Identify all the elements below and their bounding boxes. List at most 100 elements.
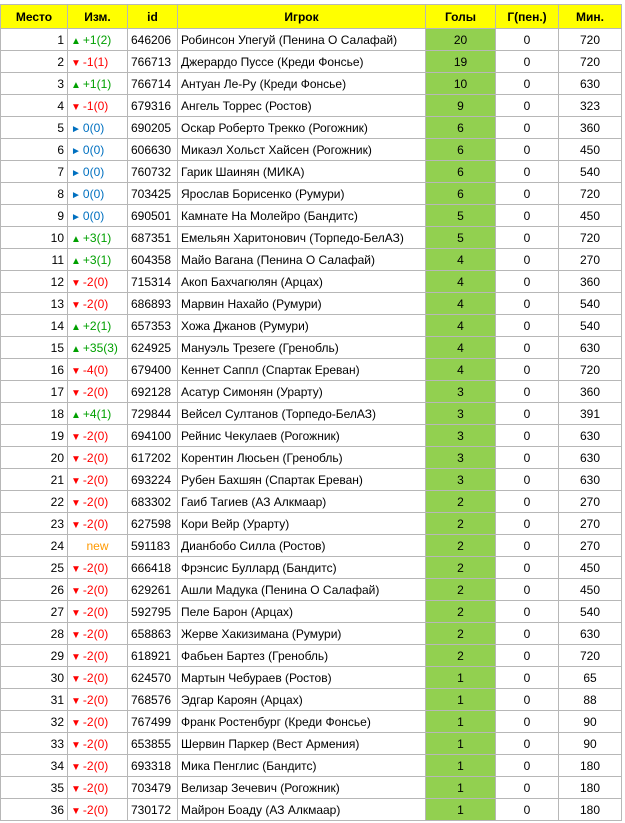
- minutes-cell[interactable]: 630: [558, 468, 622, 491]
- id-cell[interactable]: 666418: [127, 556, 178, 579]
- minutes-cell[interactable]: 720: [558, 182, 622, 205]
- goals-cell[interactable]: 3: [425, 380, 496, 403]
- place-cell[interactable]: 4: [0, 94, 68, 117]
- player-cell[interactable]: Эдгар Кароян (Арцах): [177, 688, 426, 711]
- minutes-cell[interactable]: 360: [558, 116, 622, 139]
- change-cell[interactable]: ▼ -2(0): [67, 292, 128, 315]
- minutes-cell[interactable]: 630: [558, 336, 622, 359]
- place-cell[interactable]: 8: [0, 182, 68, 205]
- player-cell[interactable]: Дианбобо Силла (Ростов): [177, 534, 426, 557]
- penalty-goals-cell[interactable]: 0: [495, 160, 559, 183]
- goals-cell[interactable]: 1: [425, 754, 496, 777]
- place-cell[interactable]: 36: [0, 798, 68, 821]
- penalty-goals-cell[interactable]: 0: [495, 446, 559, 469]
- player-cell[interactable]: Джерардо Пуссе (Креди Фонсье): [177, 50, 426, 73]
- goals-cell[interactable]: 9: [425, 94, 496, 117]
- minutes-cell[interactable]: 540: [558, 314, 622, 337]
- header-id[interactable]: id: [127, 4, 178, 29]
- goals-cell[interactable]: 1: [425, 710, 496, 733]
- penalty-goals-cell[interactable]: 0: [495, 94, 559, 117]
- place-cell[interactable]: 34: [0, 754, 68, 777]
- penalty-goals-cell[interactable]: 0: [495, 512, 559, 535]
- place-cell[interactable]: 31: [0, 688, 68, 711]
- change-cell[interactable]: ▼ -2(0): [67, 666, 128, 689]
- player-cell[interactable]: Антуан Ле-Ру (Креди Фонсье): [177, 72, 426, 95]
- change-cell[interactable]: ▲ +1(1): [67, 72, 128, 95]
- penalty-goals-cell[interactable]: 0: [495, 380, 559, 403]
- player-cell[interactable]: Майрон Боаду (АЗ Алкмаар): [177, 798, 426, 821]
- minutes-cell[interactable]: 90: [558, 710, 622, 733]
- id-cell[interactable]: 624570: [127, 666, 178, 689]
- id-cell[interactable]: 703425: [127, 182, 178, 205]
- player-cell[interactable]: Майо Вагана (Пенина О Салафай): [177, 248, 426, 271]
- place-cell[interactable]: 3: [0, 72, 68, 95]
- player-cell[interactable]: Корентин Люсьен (Гренобль): [177, 446, 426, 469]
- change-cell[interactable]: ► 0(0): [67, 204, 128, 227]
- change-cell[interactable]: new: [67, 534, 128, 557]
- goals-cell[interactable]: 2: [425, 534, 496, 557]
- goals-cell[interactable]: 5: [425, 204, 496, 227]
- place-cell[interactable]: 2: [0, 50, 68, 73]
- goals-cell[interactable]: 3: [425, 468, 496, 491]
- player-cell[interactable]: Шервин Паркер (Вест Армения): [177, 732, 426, 755]
- penalty-goals-cell[interactable]: 0: [495, 292, 559, 315]
- change-cell[interactable]: ▲ +3(1): [67, 226, 128, 249]
- penalty-goals-cell[interactable]: 0: [495, 600, 559, 623]
- id-cell[interactable]: 658863: [127, 622, 178, 645]
- minutes-cell[interactable]: 540: [558, 292, 622, 315]
- player-cell[interactable]: Мартын Чебураев (Ростов): [177, 666, 426, 689]
- id-cell[interactable]: 627598: [127, 512, 178, 535]
- place-cell[interactable]: 24: [0, 534, 68, 557]
- change-cell[interactable]: ▼ -4(0): [67, 358, 128, 381]
- minutes-cell[interactable]: 270: [558, 512, 622, 535]
- change-cell[interactable]: ▼ -2(0): [67, 798, 128, 821]
- penalty-goals-cell[interactable]: 0: [495, 138, 559, 161]
- header-player[interactable]: Игрок: [177, 4, 426, 29]
- minutes-cell[interactable]: 720: [558, 226, 622, 249]
- player-cell[interactable]: Марвин Нахайо (Румури): [177, 292, 426, 315]
- penalty-goals-cell[interactable]: 0: [495, 28, 559, 51]
- player-cell[interactable]: Пеле Барон (Арцах): [177, 600, 426, 623]
- minutes-cell[interactable]: 720: [558, 644, 622, 667]
- player-cell[interactable]: Ангель Торрес (Ростов): [177, 94, 426, 117]
- id-cell[interactable]: 730172: [127, 798, 178, 821]
- change-cell[interactable]: ▼ -2(0): [67, 600, 128, 623]
- place-cell[interactable]: 32: [0, 710, 68, 733]
- penalty-goals-cell[interactable]: 0: [495, 50, 559, 73]
- header-place[interactable]: Место: [0, 4, 68, 29]
- minutes-cell[interactable]: 450: [558, 204, 622, 227]
- id-cell[interactable]: 618921: [127, 644, 178, 667]
- id-cell[interactable]: 760732: [127, 160, 178, 183]
- goals-cell[interactable]: 20: [425, 28, 496, 51]
- player-cell[interactable]: Робинсон Упегуй (Пенина О Салафай): [177, 28, 426, 51]
- minutes-cell[interactable]: 391: [558, 402, 622, 425]
- player-cell[interactable]: Рубен Бахшян (Спартак Ереван): [177, 468, 426, 491]
- goals-cell[interactable]: 4: [425, 358, 496, 381]
- penalty-goals-cell[interactable]: 0: [495, 556, 559, 579]
- minutes-cell[interactable]: 450: [558, 578, 622, 601]
- place-cell[interactable]: 1: [0, 28, 68, 51]
- penalty-goals-cell[interactable]: 0: [495, 732, 559, 755]
- change-cell[interactable]: ▼ -2(0): [67, 754, 128, 777]
- place-cell[interactable]: 19: [0, 424, 68, 447]
- penalty-goals-cell[interactable]: 0: [495, 314, 559, 337]
- place-cell[interactable]: 10: [0, 226, 68, 249]
- id-cell[interactable]: 690205: [127, 116, 178, 139]
- player-cell[interactable]: Камнате На Молейро (Бандитс): [177, 204, 426, 227]
- player-cell[interactable]: Кеннет Саппл (Спартак Ереван): [177, 358, 426, 381]
- penalty-goals-cell[interactable]: 0: [495, 248, 559, 271]
- place-cell[interactable]: 15: [0, 336, 68, 359]
- goals-cell[interactable]: 5: [425, 226, 496, 249]
- goals-cell[interactable]: 3: [425, 402, 496, 425]
- goals-cell[interactable]: 2: [425, 644, 496, 667]
- id-cell[interactable]: 767499: [127, 710, 178, 733]
- minutes-cell[interactable]: 720: [558, 358, 622, 381]
- penalty-goals-cell[interactable]: 0: [495, 270, 559, 293]
- player-cell[interactable]: Гаиб Тагиев (АЗ Алкмаар): [177, 490, 426, 513]
- penalty-goals-cell[interactable]: 0: [495, 468, 559, 491]
- place-cell[interactable]: 12: [0, 270, 68, 293]
- penalty-goals-cell[interactable]: 0: [495, 776, 559, 799]
- id-cell[interactable]: 687351: [127, 226, 178, 249]
- player-cell[interactable]: Рейнис Чекулаев (Рогожник): [177, 424, 426, 447]
- id-cell[interactable]: 604358: [127, 248, 178, 271]
